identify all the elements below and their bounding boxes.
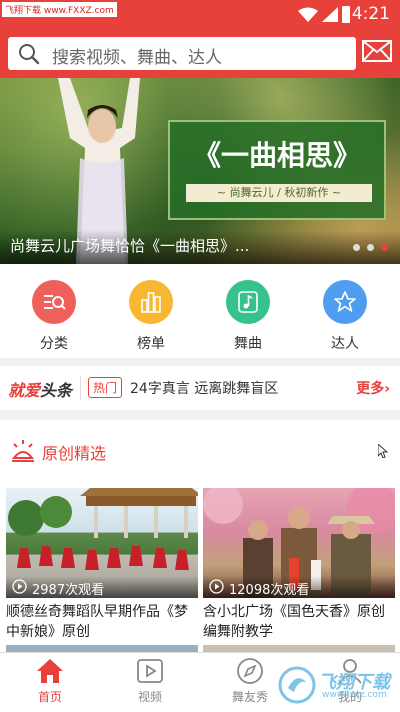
nav-label: 首页 xyxy=(37,690,62,704)
carousel-dot-active[interactable] xyxy=(381,244,388,251)
category-label: 分类 xyxy=(40,336,68,352)
play-icon xyxy=(12,579,27,594)
category-item-talent[interactable]: 达人 xyxy=(310,280,380,353)
category-grid: 分类 榜单 舞曲 达人 xyxy=(0,264,400,358)
category-item-music[interactable]: 舞曲 xyxy=(213,280,283,353)
banner-caption: 尚舞云儿广场舞恰恰《一曲相思》... xyxy=(10,237,250,255)
sun-icon xyxy=(11,440,35,462)
cursor-icon xyxy=(378,444,388,458)
hot-tag: 热门 xyxy=(88,377,123,398)
banner-carousel[interactable]: 《一曲相思》 ~ 尚舞云儿 / 秋初新作 ~ 尚舞云儿广场舞恰恰《一曲相思》..… xyxy=(0,78,400,264)
view-count: 2987次观看 xyxy=(32,583,105,598)
video-card[interactable]: 12098次观看 含小北广场《国色天香》原创编舞附教学 xyxy=(203,488,395,642)
site-logo-icon xyxy=(278,666,316,704)
video-title[interactable]: 顺德丝奇舞蹈队早期作品《梦中新娘》原创 xyxy=(6,602,198,642)
carousel-dot[interactable] xyxy=(367,244,374,251)
site-watermark: 飞翔下载 www.fxxz.com xyxy=(278,664,396,706)
watermark-label: 飞翔下载 www.FXXZ.com xyxy=(2,2,117,17)
category-label: 达人 xyxy=(331,336,359,352)
music-note-icon xyxy=(238,291,258,313)
section-title: 原创精选 xyxy=(42,444,107,463)
video-icon xyxy=(137,659,163,683)
nav-item-video[interactable]: 视频 xyxy=(110,657,190,705)
banner-card-title: 《一曲相思》 xyxy=(192,139,361,172)
video-list: 2987次观看 顺德丝奇舞蹈队早期作品《梦中新娘》原创 12098次观看 含小北… xyxy=(0,482,400,653)
video-title[interactable]: 含小北广场《国色天香》原创编舞附教学 xyxy=(203,602,395,642)
video-thumbnail[interactable]: 2987次观看 xyxy=(6,488,198,598)
views-overlay: 12098次观看 xyxy=(203,576,395,598)
battery-icon xyxy=(342,6,350,23)
category-icon-bg xyxy=(129,280,173,324)
banner-card-subtitle: ~ 尚舞云儿 / 秋初新作 ~ xyxy=(186,184,372,202)
banner-title-card: 《一曲相思》 ~ 尚舞云儿 / 秋初新作 ~ xyxy=(168,120,386,220)
nav-label: 视频 xyxy=(137,690,162,704)
category-label: 舞曲 xyxy=(234,336,262,352)
views-overlay: 2987次观看 xyxy=(6,576,198,598)
mail-icon[interactable] xyxy=(362,39,392,63)
section-header: 原创精选 xyxy=(0,420,400,482)
search-icon xyxy=(19,44,40,65)
view-count: 12098次观看 xyxy=(229,583,310,598)
site-watermark-url: www.fxxz.com xyxy=(322,690,387,700)
signal-icon xyxy=(322,7,338,22)
search-input[interactable]: 搜索视频、舞曲、达人 xyxy=(8,37,356,70)
category-icon-bg xyxy=(32,280,76,324)
headline-brand-a: 就爱 xyxy=(8,381,41,400)
clock: 4:21 xyxy=(351,4,390,24)
search-placeholder: 搜索视频、舞曲、达人 xyxy=(52,48,222,68)
compass-icon xyxy=(237,658,263,684)
video-card[interactable]: 2987次观看 顺德丝奇舞蹈队早期作品《梦中新娘》原创 xyxy=(6,488,198,642)
carousel-indicator xyxy=(353,244,388,251)
headline-brand-b: 头条 xyxy=(40,381,73,400)
play-icon xyxy=(209,579,224,594)
wifi-icon xyxy=(298,7,318,22)
status-bar: 飞翔下载 www.FXXZ.com 4:21 xyxy=(0,0,400,28)
category-label: 榜单 xyxy=(137,336,165,352)
category-item-classify[interactable]: 分类 xyxy=(19,280,89,353)
nav-item-home[interactable]: 首页 xyxy=(10,657,90,705)
category-item-ranking[interactable]: 榜单 xyxy=(116,280,186,353)
headline-strip: 就爱头条 热门 24字真言 远离跳舞盲区 更多› xyxy=(0,366,400,410)
home-icon xyxy=(37,659,63,683)
ranking-icon xyxy=(141,292,161,313)
divider xyxy=(80,376,81,400)
star-icon xyxy=(334,291,356,312)
category-icon-bg xyxy=(323,280,367,324)
headline-text[interactable]: 24字真言 远离跳舞盲区 xyxy=(130,378,278,398)
category-icon-bg xyxy=(226,280,270,324)
more-link[interactable]: 更多› xyxy=(356,378,390,398)
headline-brand: 就爱头条 xyxy=(8,377,72,401)
top-header: 搜索视频、舞曲、达人 xyxy=(0,28,400,78)
carousel-dot[interactable] xyxy=(353,244,360,251)
video-thumbnail[interactable]: 12098次观看 xyxy=(203,488,395,598)
category-icon xyxy=(44,295,66,310)
